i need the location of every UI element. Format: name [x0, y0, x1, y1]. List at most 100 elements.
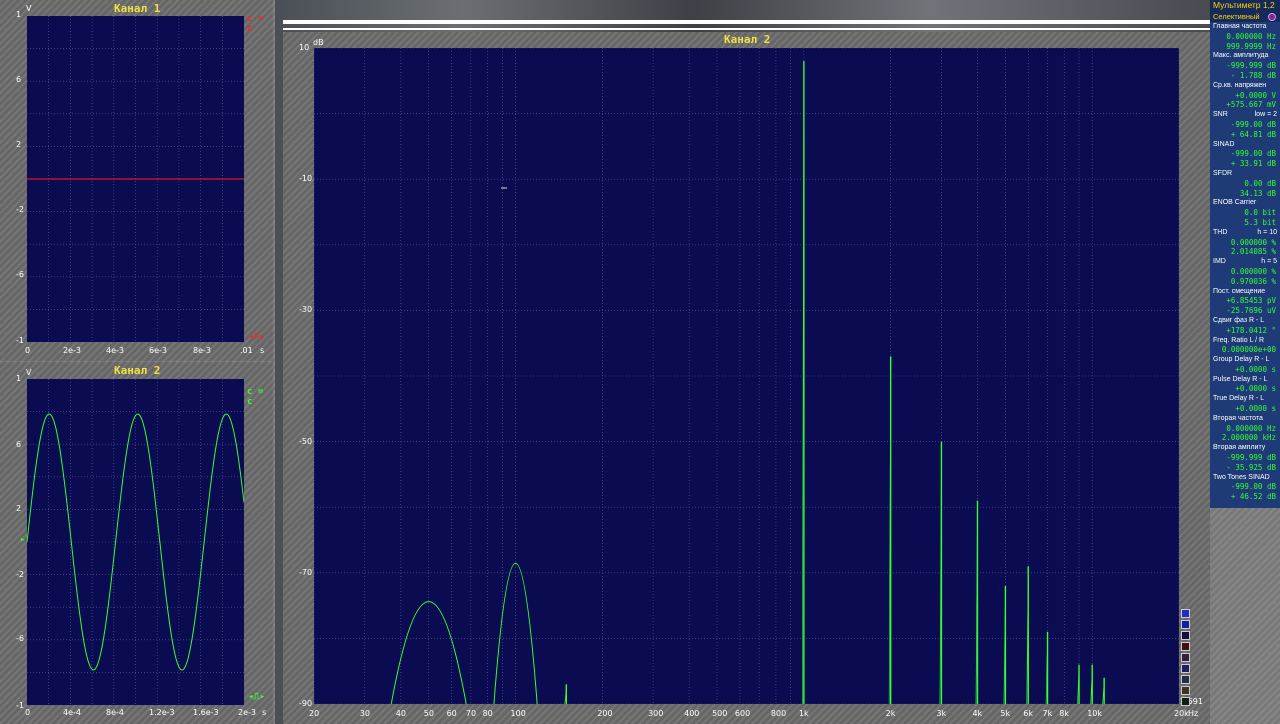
spectrum-panel: Канал 2 dB Hz 2.691 10 -10 -30 -50 -70 -90 20…: [283, 32, 1210, 724]
spectrum-x-tick: 600: [734, 709, 751, 718]
ch2-y-tick: -2: [16, 570, 24, 579]
multimeter-row-label[interactable]: Pulse Delay R - L: [1210, 375, 1280, 385]
spectrum-x-tick: 3k: [936, 709, 947, 718]
ch1-y-tick: 2: [16, 140, 22, 149]
ch2-oscilloscope-panel: Канал 2 V s c = c ◂⎍▸ ▸ 1 6 2 -2 -6 -1 0 4e-4 8…: [0, 362, 273, 724]
multimeter-value: -999.00 dB: [1230, 149, 1276, 159]
multimeter-row-label[interactable]: Group Delay R - L: [1210, 355, 1280, 365]
ch1-x-tick: 0: [25, 346, 31, 355]
multimeter-row-title: THD: [1213, 228, 1228, 236]
multimeter-row-title: Group Delay R - L: [1213, 356, 1270, 364]
multimeter-value: 0.000000 %: [1230, 266, 1276, 276]
multimeter-title: Мультиметр 1,2: [1210, 0, 1280, 11]
multimeter-row-label[interactable]: SNR low = 2: [1210, 110, 1280, 120]
multimeter-row-title: SINAD: [1213, 140, 1235, 148]
multimeter-row-label[interactable]: Сдвиг фаз R - L: [1210, 316, 1280, 326]
multimeter-row-label[interactable]: Пост. смещение: [1210, 287, 1280, 297]
multimeter-row-title: Two Tones SINAD: [1213, 473, 1270, 481]
multimeter-value: -999.00 dB: [1230, 482, 1276, 492]
multimeter-row-label[interactable]: Freq. Ratio L / R: [1210, 336, 1280, 346]
spectrum-y-unit: dB: [313, 38, 324, 47]
multimeter-row-label[interactable]: SFDR: [1210, 169, 1280, 179]
multimeter-value: - 35.925 dB: [1226, 462, 1276, 472]
spectrum-x-tick: 200: [597, 709, 613, 718]
ch1-trigger-icon[interactable]: ◂⎍▸: [248, 332, 265, 342]
multimeter-row-title: Пост. смещение: [1213, 287, 1266, 295]
multimeter-row-param: h = 10: [1257, 228, 1277, 236]
ch2-x-tick: 8e-4: [106, 708, 124, 717]
spectrum-x-tick: 40: [395, 709, 406, 718]
multimeter-row-label[interactable]: Вторая частота: [1210, 414, 1280, 424]
multimeter-value: 0.000000 Hz: [1226, 423, 1276, 433]
multimeter-row-label[interactable]: Ср.кв. напряжен: [1210, 81, 1280, 91]
multimeter-value: 5.3 bit: [1244, 217, 1276, 227]
multimeter-value: + 46.52 dB: [1230, 492, 1276, 502]
spectrum-x-tick: 20: [309, 709, 320, 718]
multimeter-value: +0.0000 V: [1235, 90, 1276, 100]
trace-color-swatches[interactable]: [1181, 609, 1190, 708]
multimeter-value: +178.0412 °: [1226, 325, 1276, 335]
ch2-x-tick: 4e-4: [63, 708, 81, 717]
multimeter-row-param: h = 5: [1261, 258, 1277, 266]
spectrum-plot: [314, 48, 1179, 704]
spectrum-x-tick: 8k: [1059, 709, 1069, 718]
ch1-trigger-marker[interactable]: c = c: [247, 14, 273, 34]
multimeter-value: -25.7696 uV: [1226, 306, 1276, 316]
spectrum-y-tick: -10: [299, 174, 313, 184]
multimeter-value: 34.13 dB: [1239, 188, 1276, 198]
multimeter-value: 2.014085 %: [1230, 247, 1276, 257]
multimeter-row-label[interactable]: True Delay R - L: [1210, 394, 1280, 404]
ch1-oscilloscope-panel: Канал 1 V s c = c ◂⎍▸ 1 6 2 -2 -6 -1 0 2e-3 4e-…: [0, 0, 273, 361]
multimeter-row-label[interactable]: SINAD: [1210, 140, 1280, 150]
multimeter-row-title: ENOB Carrier: [1213, 199, 1257, 207]
multimeter-value: + 64.81 dB: [1230, 129, 1276, 139]
multimeter-row-label[interactable]: Вторая амплиту: [1210, 443, 1280, 453]
ch2-trigger-marker[interactable]: c = c: [247, 387, 273, 407]
ch1-y-tick: -1: [16, 336, 24, 345]
spectrum-y-tick: -50: [299, 436, 313, 446]
ch1-y-tick: 6: [16, 75, 22, 84]
ch2-trigger-icon[interactable]: ◂⎍▸: [248, 692, 265, 702]
multimeter-row-label[interactable]: IMD h = 5: [1210, 257, 1280, 267]
ch1-y-unit: V: [26, 4, 32, 13]
multimeter-row-title: Сдвиг фаз R - L: [1213, 316, 1265, 324]
spectrum-y-tick: -70: [299, 567, 313, 577]
ch1-x-unit: s: [260, 346, 265, 355]
multimeter-value: 999.9999 Hz: [1226, 41, 1276, 51]
ch2-y-tick: 1: [16, 374, 22, 383]
multimeter-row-label[interactable]: Макс. амплитуда: [1210, 51, 1280, 61]
multimeter-value: +0.0000 s: [1235, 404, 1276, 414]
multimeter-row-title: Макс. амплитуда: [1213, 52, 1269, 60]
multimeter-row-title: Вторая частота: [1213, 414, 1263, 422]
spectrum-x-tick: 500: [712, 709, 728, 718]
ch2-x-tick: 1.2e-3: [149, 708, 175, 717]
multimeter-row-label[interactable]: ENOB Carrier: [1210, 198, 1280, 208]
spectrum-x-unit: Hz: [1188, 709, 1199, 718]
multimeter-row-label[interactable]: Главная частота: [1210, 22, 1280, 32]
multimeter-row-label[interactable]: THD h = 10: [1210, 228, 1280, 238]
spectrum-x-tick: 7k: [1042, 709, 1053, 718]
multimeter-row-param: low = 2: [1254, 111, 1277, 119]
ch2-y-tick: 2: [16, 504, 22, 513]
ch2-y-tick: 6: [16, 440, 22, 449]
multimeter-mode-label: Селективный: [1213, 12, 1260, 21]
multimeter-value: 0.970036 %: [1230, 276, 1276, 286]
ch1-title: Канал 1: [114, 2, 161, 15]
spectrum-x-tick: 20k: [1174, 709, 1189, 718]
spectrum-y-tick: -30: [299, 305, 313, 315]
spectrum-x-tick: 4k: [972, 709, 983, 718]
multimeter-value: -999.999 dB: [1226, 453, 1276, 463]
multimeter-value: +0.0000 s: [1235, 364, 1276, 374]
ch2-y-unit: V: [26, 368, 32, 377]
spectrum-title: Канал 2: [724, 33, 771, 46]
multimeter-row-title: Вторая амплиту: [1213, 444, 1266, 452]
multimeter-value: 0.0 bit: [1244, 208, 1276, 218]
ch2-level-marker[interactable]: ▸: [20, 535, 25, 545]
multimeter-value: +6.85453 pV: [1226, 296, 1276, 306]
multimeter-row-label[interactable]: Two Tones SINAD: [1210, 473, 1280, 483]
ch1-x-tick: 6e-3: [149, 346, 167, 355]
multimeter-row-title: Главная частота: [1213, 23, 1267, 30]
multimeter-mode[interactable]: Селективный: [1210, 11, 1280, 22]
spectrum-x-tick: 400: [684, 709, 700, 718]
multimeter-row-title: SNR: [1213, 111, 1228, 119]
